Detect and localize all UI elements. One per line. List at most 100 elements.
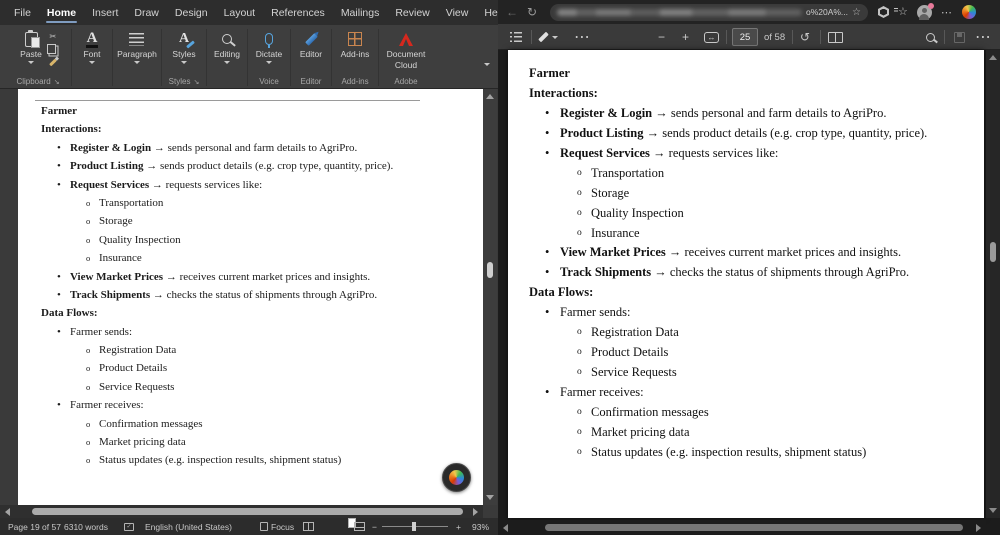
word-document-area: Farmer Interactions: Register & Login → … (0, 89, 498, 518)
menu-tab[interactable]: Draw (126, 0, 167, 25)
dictate-button[interactable]: Dictate (253, 29, 285, 65)
font-button[interactable]: A Font (80, 29, 103, 65)
document-line: Insurance (508, 224, 984, 244)
save-button[interactable] (954, 24, 965, 50)
copilot-button[interactable] (442, 463, 471, 492)
menu-tab[interactable]: File (6, 0, 39, 25)
read-mode-button[interactable] (303, 518, 314, 535)
document-line: Registration Data (508, 323, 984, 343)
adobe-acrobat-icon (398, 32, 414, 46)
page-count-status[interactable]: Page 19 of 57 (8, 518, 61, 535)
highlight-button[interactable] (538, 24, 558, 50)
document-cloud-button[interactable]: Document Cloud (384, 29, 429, 71)
document-horizontal-rule (35, 100, 420, 101)
styles-button[interactable]: A Styles (169, 29, 198, 65)
scroll-down-arrow[interactable] (486, 495, 494, 500)
word-count-status[interactable]: 6310 words (64, 518, 108, 535)
scroll-down-arrow[interactable] (989, 508, 997, 513)
document-line: Farmer receives: (18, 396, 483, 415)
document-line: Quality Inspection (508, 204, 984, 224)
proofing-status[interactable]: ✓ (124, 518, 134, 535)
extensions-icon[interactable] (878, 6, 889, 18)
scrollbar-thumb[interactable] (487, 262, 493, 278)
favorite-star-icon[interactable]: ☆ (852, 7, 861, 18)
browser-menu-button[interactable]: ⋯ (941, 6, 953, 19)
zoom-slider[interactable] (382, 518, 448, 535)
zoom-in-button[interactable]: + (456, 518, 461, 535)
address-bar[interactable]: o%20A%... ☆ (550, 3, 868, 21)
menu-tab[interactable]: View (438, 0, 477, 25)
clipboard-dialog-launcher[interactable]: ↘ (54, 78, 60, 86)
language-status[interactable]: English (United States) (145, 518, 232, 535)
web-layout-icon (354, 522, 365, 531)
pdf-more-button[interactable]: ⋯ (975, 24, 991, 50)
zoom-out-button[interactable]: − (658, 24, 665, 50)
toc-button[interactable] (510, 24, 522, 50)
paragraph-button[interactable]: Paragraph (114, 29, 160, 65)
zoom-slider-thumb[interactable] (412, 522, 416, 531)
document-line: View Market Prices → receives current ma… (18, 268, 483, 287)
collapse-ribbon-button[interactable] (484, 63, 490, 84)
profile-avatar[interactable] (916, 2, 934, 20)
zoom-out-button[interactable]: − (372, 518, 377, 535)
scroll-left-arrow[interactable] (5, 508, 10, 516)
zoom-in-button[interactable]: + (682, 24, 689, 50)
refresh-button[interactable]: ↻ (522, 5, 542, 19)
addins-button[interactable]: Add-ins (338, 29, 373, 60)
addins-grid-icon (347, 32, 362, 46)
editing-button[interactable]: Editing (211, 29, 243, 65)
cut-button[interactable]: ✂ (47, 31, 59, 42)
scroll-up-arrow[interactable] (486, 94, 494, 99)
chevron-down-icon (484, 63, 490, 83)
pdf-search-button[interactable] (926, 24, 935, 50)
menu-tab[interactable]: Review (387, 0, 437, 25)
scroll-left-arrow[interactable] (503, 524, 508, 532)
pdf-vertical-scrollbar[interactable] (986, 50, 1000, 518)
fit-to-width-button[interactable]: ↔ (704, 24, 719, 50)
search-icon (926, 32, 935, 42)
document-line: Quality Inspection (18, 231, 483, 250)
format-painter-button[interactable] (48, 58, 57, 67)
copilot-icon[interactable] (961, 5, 976, 19)
page-view-button[interactable] (828, 24, 843, 50)
word-vertical-scrollbar[interactable] (483, 89, 497, 505)
copy-button[interactable] (47, 44, 59, 55)
addins-group: Add-ins Add-ins (332, 26, 378, 88)
proofing-book-icon: ✓ (124, 522, 134, 531)
word-horizontal-scrollbar[interactable] (0, 505, 483, 518)
focus-mode-button[interactable]: Focus (260, 518, 294, 535)
document-line: Market pricing data (508, 423, 984, 443)
document-line: Product Listing → sends product details … (508, 124, 984, 144)
favorites-icon[interactable]: ☆ (894, 6, 908, 18)
scroll-up-arrow[interactable] (989, 55, 997, 60)
zoom-percent[interactable]: 93% (472, 518, 489, 535)
document-line: Farmer sends: (18, 323, 483, 342)
word-page[interactable]: Farmer Interactions: Register & Login → … (18, 89, 483, 505)
scroll-right-arrow[interactable] (976, 524, 981, 532)
editor-button[interactable]: Editor (297, 29, 325, 60)
back-button[interactable]: ← (502, 5, 522, 19)
scrollbar-thumb[interactable] (32, 508, 463, 515)
menu-tab[interactable]: Insert (84, 0, 126, 25)
scrollbar-thumb[interactable] (545, 524, 963, 531)
menu-tab[interactable]: Mailings (333, 0, 388, 25)
save-icon (954, 31, 965, 43)
rotate-button[interactable]: ↺ (800, 24, 810, 50)
web-layout-button[interactable] (354, 518, 365, 535)
voice-group: Dictate Voice (248, 26, 290, 88)
pdf-page[interactable]: Farmer Interactions: Register & Login → … (508, 50, 984, 518)
clipboard-group: Paste ✂ Clipboard ↘ (5, 26, 71, 88)
menu-tab[interactable]: References (263, 0, 333, 25)
annotate-more-button[interactable]: ⋯ (574, 24, 590, 50)
styles-dialog-launcher[interactable]: ↘ (193, 78, 199, 86)
scroll-right-arrow[interactable] (473, 508, 478, 516)
menu-tab[interactable]: Home (39, 0, 84, 25)
paste-button[interactable]: Paste (17, 29, 45, 65)
paragraph-icon (129, 32, 145, 46)
word-ribbon: Paste ✂ Clipboard ↘ A Font Paragraph A S… (0, 25, 498, 89)
scrollbar-thumb[interactable] (990, 242, 996, 262)
pdf-horizontal-scrollbar[interactable] (498, 520, 986, 535)
menu-tab[interactable]: Layout (216, 0, 264, 25)
menu-tab[interactable]: Design (167, 0, 216, 25)
page-number-input[interactable]: 25 (732, 24, 758, 50)
